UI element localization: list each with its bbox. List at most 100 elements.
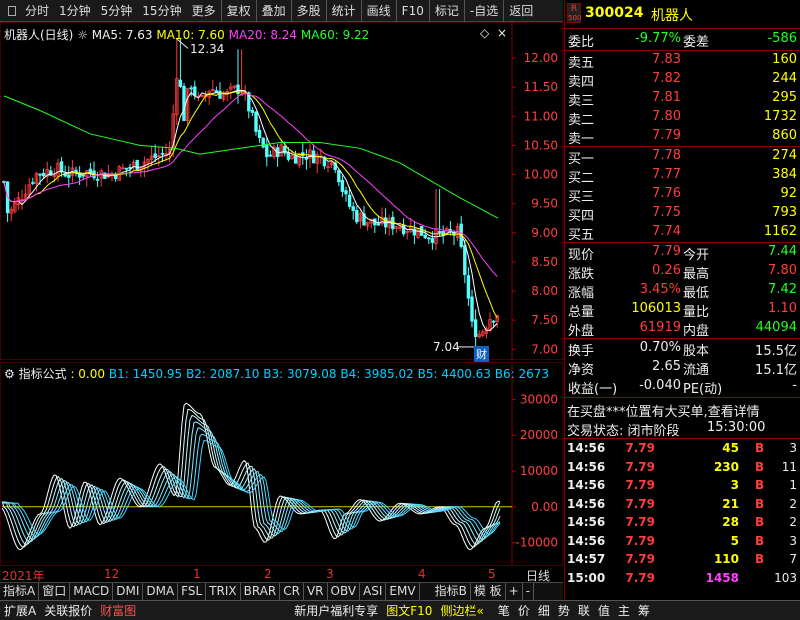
toolbar-15min[interactable]: 15分钟 xyxy=(137,0,186,22)
tab-macd[interactable]: MACD xyxy=(70,583,114,600)
order-row[interactable]: 卖四 7.82 244 xyxy=(565,71,800,90)
toolbar-overlay[interactable]: 叠加 xyxy=(255,0,291,22)
tick-count: 2 xyxy=(789,496,797,511)
y-tick-label: 0.00 xyxy=(531,500,558,514)
toolbar-watchlist[interactable]: -自选 xyxy=(463,0,503,22)
y-tick-label: 30000 xyxy=(520,392,558,406)
tab-indicator-b[interactable]: 指标B xyxy=(432,583,471,600)
menu-icon[interactable] xyxy=(8,5,16,16)
gear-icon[interactable]: ⚙ xyxy=(4,367,15,381)
tick-row: 15:00 7.79 1458 103 xyxy=(565,571,800,590)
candle-body xyxy=(153,153,157,158)
toolbar-mark[interactable]: 标记 xyxy=(428,0,464,22)
order-row[interactable]: 买四 7.75 793 xyxy=(565,205,800,224)
main-icon[interactable]: 主 xyxy=(614,602,634,619)
tick-side: B xyxy=(755,533,765,548)
candle-body xyxy=(88,168,93,173)
candle-body xyxy=(67,174,71,178)
candle-body xyxy=(254,111,258,132)
wealth-chart[interactable]: 财富图 xyxy=(96,602,140,619)
stat-label: 外盘 xyxy=(568,324,595,339)
order-row[interactable]: 买一 7.78 274 xyxy=(565,148,800,167)
price-icon[interactable]: 价 xyxy=(514,602,534,619)
order-row[interactable]: 买五 7.74 1162 xyxy=(565,224,800,243)
order-row[interactable]: 买三 7.76 92 xyxy=(565,186,800,205)
stat-label: 最低 xyxy=(683,286,710,301)
tick-side: B xyxy=(755,441,765,455)
tab-dmi[interactable]: DMI xyxy=(113,583,144,600)
toolbar-5min[interactable]: 5分钟 xyxy=(96,0,138,22)
level-label: 卖五 xyxy=(568,56,595,71)
expand-a[interactable]: 扩展A xyxy=(0,602,40,619)
tab-obv[interactable]: OBV xyxy=(328,583,361,600)
big-order-notice[interactable]: 在买盘***位置有大买单,查看详情 xyxy=(567,401,760,420)
stat-value: 15.5亿 xyxy=(755,344,797,359)
close-icon[interactable]: × xyxy=(497,26,507,40)
indicator-b4: B4: 3985.02 xyxy=(340,367,414,381)
candle-body xyxy=(463,245,467,276)
tick-side: B xyxy=(755,459,765,474)
tab-vr[interactable]: VR xyxy=(304,583,328,600)
trend-icon[interactable]: 势 xyxy=(554,602,574,619)
toolbar-f10[interactable]: F10 xyxy=(395,0,429,22)
status-bar: 扩展A 关联报价 财富图 新用户福利专享 图文F10 侧边栏« 笔 价 细 势 … xyxy=(0,600,800,620)
tab-template[interactable]: 模 板 xyxy=(471,583,506,600)
indicator-panel[interactable]: 30000 20000 10000 0.00 -10000 ⚙ 指标公式 : 0.00 … xyxy=(0,361,564,567)
tab-window[interactable]: 窗口 xyxy=(39,583,71,600)
indicator-chart[interactable]: 30000 20000 10000 0.00 -10000 xyxy=(0,361,564,567)
stat-label: 涨跌 xyxy=(568,267,595,282)
order-row[interactable]: 卖三 7.81 295 xyxy=(565,90,800,109)
pen-icon[interactable]: 笔 xyxy=(494,602,514,619)
detail-icon[interactable]: 细 xyxy=(534,602,554,619)
toolbar-intraday[interactable]: 分时 xyxy=(20,0,54,22)
tab-dma[interactable]: DMA xyxy=(143,583,179,600)
new-user-benefit[interactable]: 新用户福利专享 xyxy=(290,602,382,619)
link-icon[interactable]: 联 xyxy=(574,602,594,619)
tab-remove[interactable]: - xyxy=(523,583,535,600)
toolbar-stats[interactable]: 统计 xyxy=(325,0,361,22)
value-icon[interactable]: 值 xyxy=(594,602,614,619)
stat-label: 收益(一) xyxy=(568,382,618,397)
candle-body xyxy=(466,275,471,299)
finance-badge[interactable]: 财 xyxy=(474,346,489,362)
tab-trix[interactable]: TRIX xyxy=(206,583,241,600)
tick-price: 7.79 xyxy=(625,533,655,548)
related-quotes[interactable]: 关联报价 xyxy=(40,602,96,619)
stat-row: 收益(一) -0.040 PE(动) - xyxy=(565,378,800,397)
toolbar-back[interactable]: 返回 xyxy=(503,0,538,22)
toolbar-draw[interactable]: 画线 xyxy=(360,0,396,22)
level-price: 7.77 xyxy=(652,167,681,182)
chip-icon[interactable]: 筹 xyxy=(634,602,654,619)
candle-body xyxy=(430,238,435,243)
tab-indicator-a[interactable]: 指标A xyxy=(0,583,40,600)
tab-emv[interactable]: EMV xyxy=(386,583,420,600)
order-row[interactable]: 卖五 7.83 160 xyxy=(565,52,800,71)
kline-panel[interactable]: 12.00 11.50 11.00 10.50 10.00 9.50 9.00 8.50 8.0… xyxy=(0,21,564,362)
settings-icon[interactable]: ☼ xyxy=(77,28,88,42)
y-tick-label: -10000 xyxy=(515,536,558,550)
toolbar-multi[interactable]: 多股 xyxy=(290,0,326,22)
kline-chart[interactable]: 12.00 11.50 11.00 10.50 10.00 9.50 9.00 8.50 8.0… xyxy=(0,21,564,361)
toolbar-1min[interactable]: 1分钟 xyxy=(54,0,96,22)
ma5-line xyxy=(3,89,498,332)
toolbar-more[interactable]: 更多 xyxy=(187,0,221,22)
tab-asi[interactable]: ASI xyxy=(360,583,387,600)
tick-volume: 28 xyxy=(722,515,739,529)
tick-price: 7.79 xyxy=(625,570,655,585)
indicator-title[interactable]: 指标公式 xyxy=(19,367,67,381)
stock-name: 机器人 xyxy=(651,8,693,24)
candle-body xyxy=(293,155,298,164)
diamond-icon[interactable]: ◇ xyxy=(480,26,489,40)
tab-brar[interactable]: BRAR xyxy=(241,583,281,600)
tab-fsl[interactable]: FSL xyxy=(178,583,207,600)
tab-cr[interactable]: CR xyxy=(280,583,304,600)
order-row[interactable]: 卖二 7.80 1732 xyxy=(565,109,800,128)
y-tick-label: 9.50 xyxy=(531,197,558,211)
order-row[interactable]: 卖一 7.79 860 xyxy=(565,128,800,147)
stat-row: 涨跌 0.26 最高 7.80 xyxy=(565,263,800,282)
sidebar-toggle[interactable]: 侧边栏« xyxy=(436,602,487,619)
order-row[interactable]: 买二 7.77 384 xyxy=(565,167,800,186)
tab-add[interactable]: + xyxy=(506,583,523,600)
toolbar-adjust[interactable]: 复权 xyxy=(220,0,256,22)
f10-link[interactable]: 图文F10 xyxy=(382,602,436,619)
